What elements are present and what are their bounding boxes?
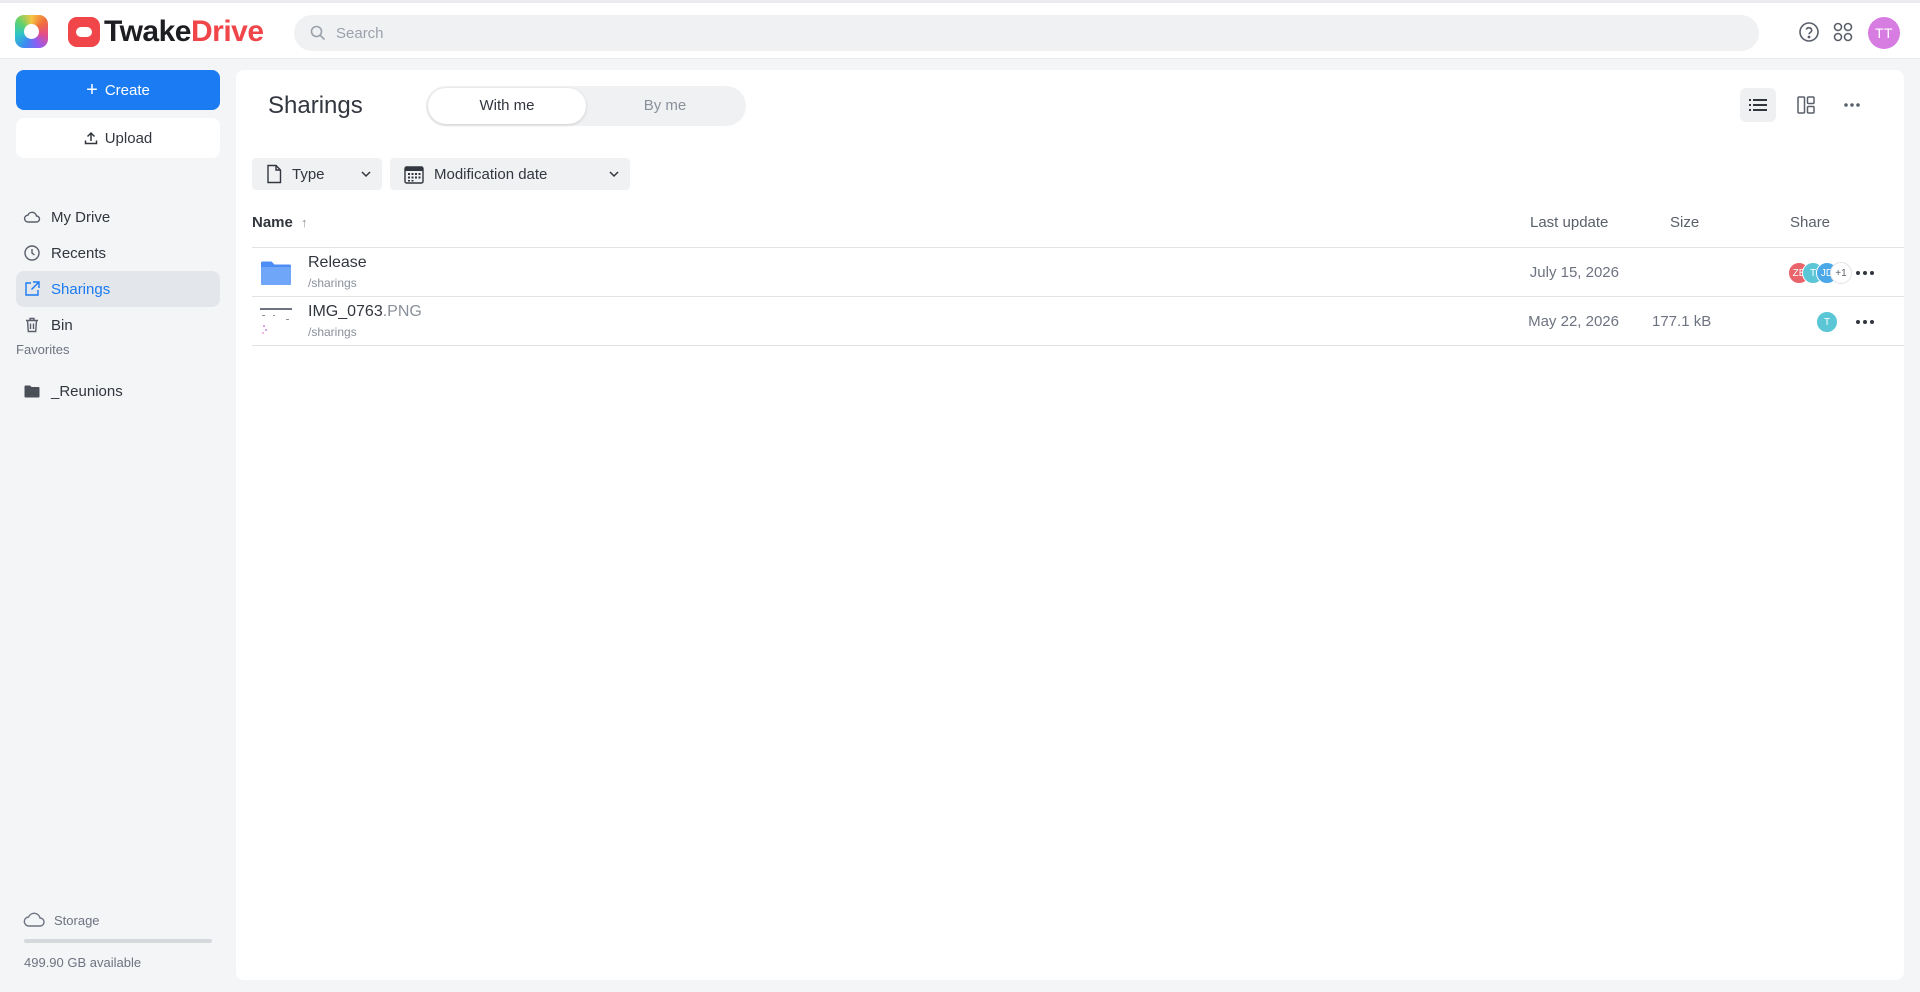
storage-progress-bar — [24, 939, 212, 943]
upload-icon — [84, 131, 97, 145]
top-bar: TwakeDrive TT — [0, 0, 1920, 59]
column-header-size[interactable]: Size — [1670, 214, 1699, 231]
more-horizontal-icon[interactable] — [1854, 313, 1876, 331]
file-size: 177.1 kB — [1652, 313, 1712, 330]
column-header-share: Share — [1790, 214, 1831, 231]
sidebar-item-label: My Drive — [51, 208, 111, 226]
storage-label: Storage — [54, 912, 100, 928]
image-thumbnail-icon — [260, 306, 292, 338]
cloud-icon — [23, 211, 41, 223]
twake-logo-icon — [68, 17, 100, 47]
file-name-text: IMG_0763 — [308, 303, 383, 320]
upload-button[interactable]: Upload — [16, 118, 220, 158]
sharing-tabs: With me By me — [426, 86, 746, 126]
search-bar[interactable] — [294, 15, 1759, 51]
file-name[interactable]: IMG_0763.PNG — [308, 303, 422, 321]
plus-icon: + — [86, 79, 98, 101]
share-avatar: T — [1816, 311, 1838, 333]
cloud-icon — [23, 912, 45, 927]
more-horizontal-icon[interactable] — [1854, 264, 1876, 282]
trash-icon — [26, 317, 38, 333]
chevron-down-icon — [609, 171, 619, 178]
column-header-name[interactable]: Name ↑ — [252, 214, 308, 231]
storage-title: Storage — [22, 911, 100, 929]
date-filter-label: Modification date — [434, 165, 548, 183]
type-filter[interactable]: Type — [252, 158, 382, 190]
column-header-name-label: Name — [252, 214, 293, 231]
brand-name-part1: Twake — [104, 15, 192, 48]
brand-name-part2: Drive — [191, 15, 264, 48]
clock-icon — [24, 245, 40, 261]
file-last-update: July 15, 2026 — [1529, 264, 1619, 281]
sidebar-item-bin[interactable]: Bin — [16, 307, 220, 343]
page-title: Sharings — [268, 92, 363, 119]
user-avatar[interactable]: TT — [1868, 17, 1900, 49]
more-horizontal-icon — [1844, 103, 1860, 107]
sidebar-item-label: Sharings — [51, 280, 111, 298]
modification-date-filter[interactable]: Modification date — [390, 158, 630, 190]
chevron-down-icon — [361, 171, 371, 178]
sidebar-item-recents[interactable]: Recents — [16, 235, 220, 271]
file-extension: .PNG — [382, 303, 422, 320]
sort-ascending-icon: ↑ — [301, 215, 308, 230]
help-icon[interactable] — [1798, 21, 1820, 43]
favorites-title: Favorites — [16, 342, 70, 357]
brand-name[interactable]: TwakeDrive — [104, 14, 264, 50]
file-path: /sharings — [308, 276, 357, 290]
sidebar-item-label: Recents — [51, 244, 107, 262]
app-switcher-icon[interactable] — [15, 15, 48, 48]
create-button-label: Create — [104, 81, 150, 99]
apps-grid-icon[interactable] — [1832, 21, 1854, 43]
file-path: /sharings — [308, 325, 357, 339]
grid-view-button[interactable] — [1788, 88, 1824, 122]
table-row[interactable]: Release /sharings July 15, 2026 ZB T JD … — [252, 248, 1904, 297]
table-row[interactable]: IMG_0763.PNG /sharings May 22, 2026 177.… — [252, 297, 1904, 346]
column-header-last-update[interactable]: Last update — [1530, 214, 1608, 231]
file-last-update: May 22, 2026 — [1528, 313, 1619, 330]
favorite-item-label: _Reunions — [51, 382, 123, 400]
file-name[interactable]: Release — [308, 254, 367, 272]
tab-with-me[interactable]: With me — [428, 88, 586, 124]
folder-icon — [261, 261, 291, 285]
file-icon — [267, 164, 282, 184]
sidebar: + Create Upload My Drive Recents Sharing… — [0, 59, 236, 992]
list-view-icon — [1749, 99, 1767, 111]
sidebar-item-my-drive[interactable]: My Drive — [16, 199, 220, 235]
sidebar-item-sharings[interactable]: Sharings — [16, 271, 220, 307]
grid-view-icon — [1797, 96, 1815, 114]
storage-available-text: 499.90 GB available — [24, 955, 142, 970]
upload-button-label: Upload — [104, 129, 153, 147]
search-input[interactable] — [336, 24, 1716, 42]
list-view-button[interactable] — [1740, 88, 1776, 122]
tab-by-me[interactable]: By me — [586, 88, 744, 124]
folder-icon — [24, 385, 40, 398]
favorite-item-reunions[interactable]: _Reunions — [16, 373, 220, 409]
type-filter-label: Type — [292, 165, 325, 183]
sidebar-item-label: Bin — [51, 316, 73, 334]
share-more-count: +1 — [1830, 262, 1852, 284]
search-icon — [310, 25, 326, 41]
main-panel: Sharings With me By me Type Modification… — [236, 70, 1904, 980]
calendar-icon — [404, 166, 424, 184]
file-name-text: Release — [308, 254, 367, 271]
more-options-button[interactable] — [1834, 88, 1870, 122]
create-button[interactable]: + Create — [16, 70, 220, 110]
share-icon — [25, 281, 40, 296]
